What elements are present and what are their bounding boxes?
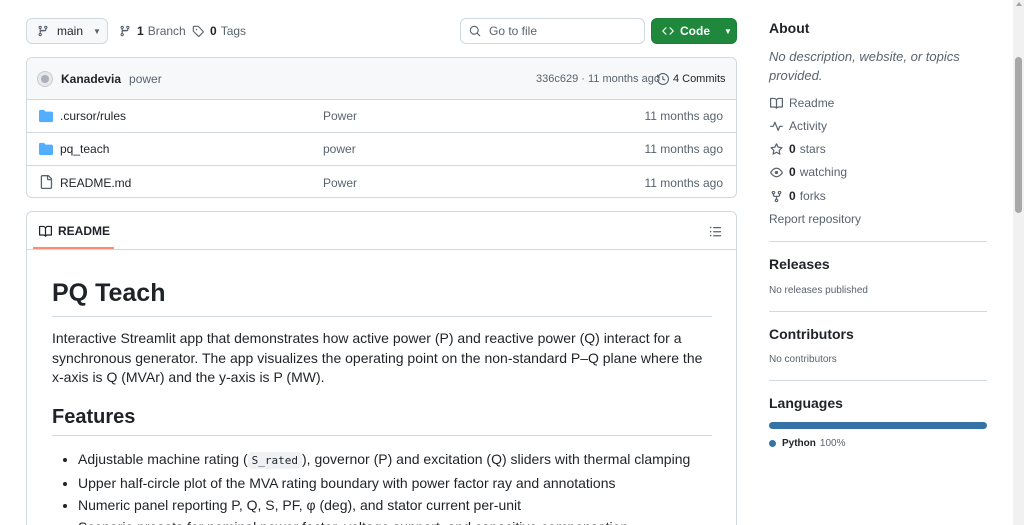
code-label: Code [680, 24, 710, 38]
file-name[interactable]: pq_teach [60, 142, 109, 156]
watching-label: watching [799, 165, 848, 179]
releases-title[interactable]: Releases [769, 256, 830, 272]
commit-count-label: Commits [682, 72, 726, 85]
stars-label: stars [799, 142, 826, 156]
readme-header: README [27, 212, 736, 250]
file-name[interactable]: .cursor/rules [60, 109, 126, 123]
go-to-file-placeholder: Go to file [489, 24, 538, 38]
readme-panel: README PQ Teach Interactive Streamlit ap… [26, 211, 737, 525]
forks-label: forks [799, 189, 826, 203]
book-icon [39, 225, 52, 238]
stars-count: 0 [789, 142, 796, 156]
file-commit-time: 11 months ago [644, 142, 724, 156]
forks-link[interactable]: 0 forks [769, 189, 826, 203]
go-to-file-input[interactable]: Go to file [460, 18, 645, 44]
forks-count: 0 [789, 189, 796, 203]
commit-author[interactable]: Kanadevia [61, 72, 121, 86]
git-branch-icon [37, 25, 49, 37]
report-repository-link[interactable]: Report repository [769, 212, 861, 226]
commit-hash-time[interactable]: 336c629 · 11 months ago [536, 73, 660, 85]
list-item: Adjustable machine rating (S_rated), gov… [78, 448, 712, 472]
contributors-title[interactable]: Contributors [769, 326, 854, 342]
language-color-dot [769, 440, 776, 447]
file-commit-message[interactable]: Power [323, 109, 357, 123]
features-heading: Features [52, 406, 712, 436]
readme-tab-label: README [58, 224, 111, 238]
active-tab-indicator [33, 247, 114, 249]
commit-message[interactable]: power [129, 72, 162, 86]
file-table: Kanadevia power 336c629 · 11 months ago … [26, 57, 737, 198]
git-branch-icon [119, 25, 131, 37]
folder-icon [39, 142, 53, 156]
languages-title: Languages [769, 395, 843, 411]
file-row[interactable]: .cursor/rules Power 11 months ago [27, 100, 736, 133]
branch-name: main [57, 24, 84, 38]
latest-commit-bar: Kanadevia power 336c629 · 11 months ago … [27, 58, 736, 100]
readme-link[interactable]: Readme [769, 96, 834, 110]
language-percent: 100% [819, 438, 846, 449]
list-item: Numeric panel reporting P, Q, S, PF, φ (… [78, 494, 712, 516]
list-outline-icon[interactable] [709, 225, 722, 238]
avatar[interactable] [37, 70, 53, 87]
file-icon [39, 175, 53, 189]
scroll-up-arrow-icon[interactable] [1016, 2, 1022, 6]
scrollbar-thumb[interactable] [1015, 57, 1022, 213]
watching-link[interactable]: 0 watching [769, 165, 847, 179]
commits-link[interactable]: 4 Commits [657, 73, 726, 85]
caret-down-icon: ▼ [93, 26, 101, 36]
divider [769, 380, 987, 381]
list-item: Scenario presets for nominal power facto… [78, 516, 712, 525]
file-row[interactable]: pq_teach power 11 months ago [27, 133, 736, 166]
file-commit-time: 11 months ago [644, 109, 724, 123]
divider [769, 311, 987, 312]
pulse-icon [769, 120, 783, 133]
tag-label: Tags [220, 24, 247, 38]
activity-link[interactable]: Activity [769, 119, 827, 133]
language-bar [769, 422, 987, 429]
list-item: Upper half-circle plot of the MVA rating… [78, 472, 712, 494]
vertical-scrollbar[interactable] [1013, 0, 1024, 525]
activity-link-label: Activity [789, 119, 828, 133]
file-commit-message[interactable]: power [323, 142, 356, 156]
file-commit-message[interactable]: Power [323, 176, 357, 190]
file-row[interactable]: README.md Power 11 months ago [27, 166, 736, 197]
readme-link-label: Readme [789, 96, 835, 110]
code-icon [662, 25, 674, 37]
tag-icon [192, 25, 204, 37]
book-icon [769, 97, 783, 110]
releases-empty: No releases published [769, 285, 868, 296]
tag-count: 0 [210, 24, 217, 38]
contributors-empty: No contributors [769, 354, 837, 365]
stars-link[interactable]: 0 stars [769, 142, 826, 156]
language-item[interactable]: Python 100% [769, 438, 845, 449]
readme-intro: Interactive Streamlit app that demonstra… [52, 330, 703, 385]
caret-down-icon: ▼ [724, 26, 732, 36]
eye-icon [769, 166, 783, 179]
tab-readme[interactable]: README [39, 224, 110, 238]
star-icon [769, 142, 783, 156]
watching-count: 0 [789, 165, 796, 179]
history-icon [657, 72, 669, 85]
commit-count: 4 [673, 72, 680, 85]
search-icon [469, 25, 481, 37]
file-name[interactable]: README.md [60, 176, 131, 190]
branches-link[interactable]: 1 Branch [119, 18, 186, 44]
file-commit-time: 11 months ago [644, 175, 724, 190]
about-description: No description, website, or topics provi… [769, 49, 960, 83]
branch-count: 1 [137, 24, 144, 38]
inline-code: S_rated [247, 451, 303, 469]
language-name: Python [782, 438, 816, 449]
branch-selector-button[interactable]: main ▼ [26, 18, 108, 44]
readme-title: PQ Teach [52, 278, 712, 317]
fork-icon [769, 190, 783, 203]
code-button[interactable]: Code ▼ [651, 18, 737, 44]
about-title: About [769, 20, 810, 36]
tags-link[interactable]: 0 Tags [192, 18, 246, 44]
divider [769, 241, 987, 242]
features-list: Adjustable machine rating (S_rated), gov… [52, 448, 712, 525]
folder-icon [39, 109, 53, 123]
branch-label: Branch [147, 24, 186, 38]
readme-content: PQ Teach Interactive Streamlit app that … [52, 250, 712, 525]
